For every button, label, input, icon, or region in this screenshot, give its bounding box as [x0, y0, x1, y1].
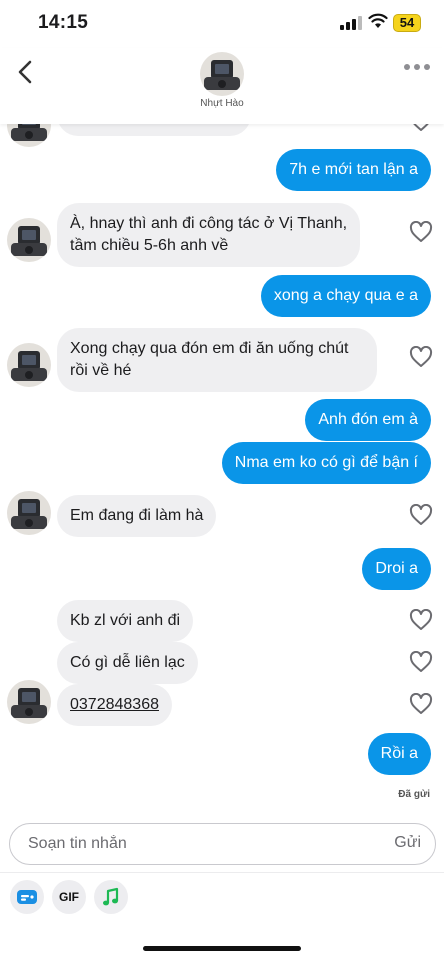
heart-outline-icon[interactable]	[409, 693, 433, 715]
wifi-icon	[368, 13, 388, 28]
heart-outline-icon[interactable]	[409, 651, 433, 673]
sender-avatar[interactable]	[7, 680, 51, 724]
message-bubble-incoming[interactable]: Kb zl với anh đi	[57, 600, 194, 642]
music-note-icon	[103, 887, 119, 906]
message-bubble-outgoing[interactable]: xong a chạy qua e a	[260, 275, 431, 317]
contact-avatar[interactable]	[200, 52, 244, 96]
message-line: À, hnay thì anh đi công tác ở Vị Thanh,	[70, 215, 348, 232]
send-button[interactable]: Gửi	[394, 834, 421, 852]
message-line: rồi về hé	[70, 362, 132, 379]
message-bubble-incoming[interactable]: À, hnay thì anh đi công tác ở Vị Thanh, …	[57, 203, 361, 267]
message-bubble-outgoing[interactable]: Rồi a	[367, 733, 431, 775]
status-time: 14:15	[38, 12, 89, 33]
conversation-header: Nhựt Hào	[0, 48, 444, 124]
sticker-button[interactable]	[10, 880, 44, 914]
heart-outline-icon[interactable]	[409, 609, 433, 631]
message-input[interactable]	[28, 824, 368, 864]
message-bubble-outgoing[interactable]: 7h e mới tan lận a	[276, 149, 431, 191]
more-dots-icon[interactable]	[404, 62, 430, 72]
music-button[interactable]	[94, 880, 128, 914]
chevron-left-icon[interactable]	[14, 58, 38, 86]
cellular-signal-icon	[340, 16, 362, 30]
status-bar: 14:15 54	[0, 0, 444, 48]
phone-number-link[interactable]: 0372848368	[70, 696, 159, 713]
sender-avatar[interactable]	[7, 491, 51, 535]
sticker-icon	[17, 890, 37, 904]
message-line: Xong chạy qua đón em đi ăn uống chút	[70, 340, 349, 357]
heart-outline-icon[interactable]	[409, 221, 433, 243]
message-bubble-incoming[interactable]: 0372848368	[57, 684, 172, 726]
home-indicator	[143, 946, 301, 951]
delivery-status: Đã gửi	[398, 789, 430, 800]
message-composer: Gửi	[9, 823, 436, 865]
heart-outline-icon[interactable]	[409, 504, 433, 526]
battery-indicator: 54	[393, 14, 421, 32]
message-line: tầm chiều 5-6h anh về	[70, 237, 229, 254]
message-bubble-incoming[interactable]: Có gì dễ liên lạc	[57, 642, 198, 684]
message-bubble-outgoing[interactable]: Nma em ko có gì để bận í	[221, 442, 431, 484]
gif-button[interactable]: GIF	[52, 880, 86, 914]
message-bubble-incoming[interactable]: Xong chạy qua đón em đi ăn uống chút rồi…	[57, 328, 377, 392]
message-bubble-outgoing[interactable]: Anh đón em à	[305, 399, 431, 441]
contact-name[interactable]: Nhựt Hào	[0, 98, 444, 109]
gif-icon: GIF	[59, 890, 79, 904]
sender-avatar[interactable]	[7, 218, 51, 262]
heart-outline-icon[interactable]	[409, 346, 433, 368]
message-thread[interactable]: 7h e mới tan lận a À, hnay thì anh đi cô…	[0, 100, 444, 820]
message-bubble-incoming[interactable]: Em đang đi làm hà	[57, 495, 217, 537]
toolbar-divider	[0, 872, 444, 873]
sender-avatar[interactable]	[7, 343, 51, 387]
message-bubble-outgoing[interactable]: Droi a	[362, 548, 431, 590]
